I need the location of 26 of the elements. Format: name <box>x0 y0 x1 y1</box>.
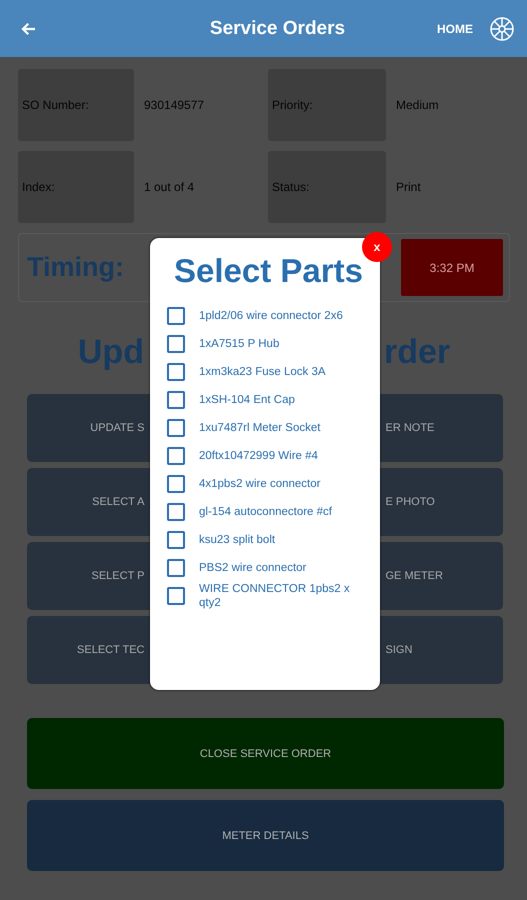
checkbox[interactable] <box>167 335 185 353</box>
part-label[interactable]: 1xm3ka23 Fuse Lock 3A <box>199 365 326 379</box>
checkbox[interactable] <box>167 587 185 605</box>
time-display: 3:32 PM <box>401 239 503 296</box>
checkbox[interactable] <box>167 475 185 493</box>
checkbox[interactable] <box>167 391 185 409</box>
checkbox[interactable] <box>167 559 185 577</box>
field-label: Status: <box>268 151 386 223</box>
checkbox[interactable] <box>167 447 185 465</box>
checkbox[interactable] <box>167 363 185 381</box>
checkbox[interactable] <box>167 531 185 549</box>
checkbox[interactable] <box>167 419 185 437</box>
part-label[interactable]: 1pld2/06 wire connector 2x6 <box>199 309 343 323</box>
wheel-icon[interactable] <box>489 16 515 42</box>
dialog-title: Select Parts <box>173 252 364 290</box>
field-label: Index: <box>18 151 134 223</box>
part-label[interactable]: 1xA7515 P Hub <box>199 337 280 351</box>
field-label: Priority: <box>268 69 386 141</box>
close-button[interactable]: x <box>362 232 392 262</box>
checkbox[interactable] <box>167 307 185 325</box>
close-order-button[interactable]: CLOSE SERVICE ORDER <box>27 718 504 789</box>
home-button[interactable]: HOME <box>437 22 473 36</box>
field-label: SO Number: <box>18 69 134 141</box>
screen-title: Service Orders <box>208 18 346 40</box>
meter-details-button[interactable]: METER DETAILS <box>27 800 504 871</box>
checkbox[interactable] <box>167 503 185 521</box>
